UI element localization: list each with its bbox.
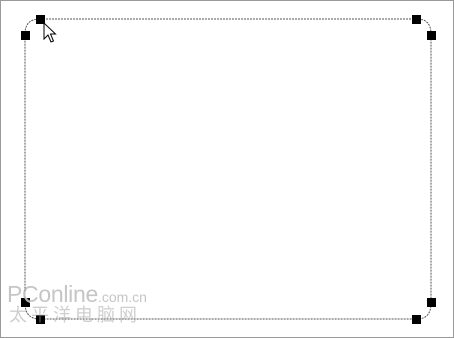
- selection-handle-bottom-left[interactable]: [36, 315, 45, 324]
- selected-shape-layer: [21, 15, 436, 324]
- arrow-pointer-icon: [43, 21, 57, 43]
- selection-handle-top-right[interactable]: [412, 15, 421, 24]
- drawing-canvas[interactable]: PConline.com.cn 太平洋电脑网: [0, 0, 454, 338]
- selection-handle-left-bottom[interactable]: [21, 298, 30, 307]
- selection-handle-right-top[interactable]: [427, 31, 436, 40]
- selection-handle-right-bottom[interactable]: [427, 298, 436, 307]
- rounded-rectangle-shape[interactable]: [24, 18, 432, 320]
- selection-handle-bottom-right[interactable]: [412, 315, 421, 324]
- selection-handle-left-top[interactable]: [21, 31, 30, 40]
